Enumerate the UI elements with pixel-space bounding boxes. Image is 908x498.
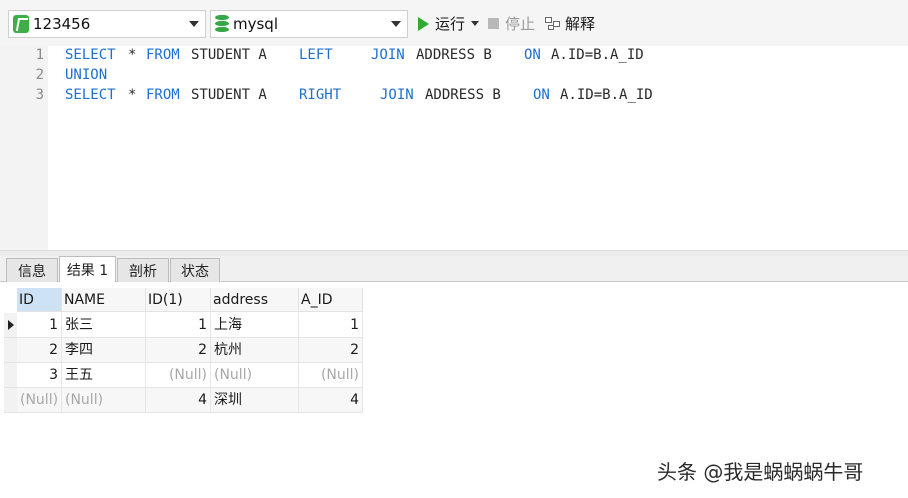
table-cell[interactable]: 2 (17, 338, 62, 363)
table-cell-null[interactable]: (Null) (17, 388, 62, 413)
explain-label: 解释 (565, 15, 596, 33)
connection-select[interactable]: 123456 (8, 10, 206, 38)
table-cell[interactable]: 上海 (211, 313, 299, 338)
column-header-a-id[interactable]: A_ID (299, 288, 363, 312)
table-cell-null[interactable]: (Null) (62, 388, 146, 413)
table-cell[interactable]: 深圳 (211, 388, 299, 413)
table-cell-null[interactable]: (Null) (211, 363, 299, 388)
sql-editor[interactable]: 1 2 3 SELECT * FROM STUDENT A LEFT JOIN … (0, 46, 908, 250)
sql-keyword: FROM (146, 47, 180, 63)
table-cell[interactable]: 4 (299, 388, 363, 413)
sql-keyword: SELECT (65, 47, 116, 63)
line-number: 3 (35, 87, 44, 103)
play-icon (418, 16, 429, 31)
stop-label: 停止 (505, 15, 536, 33)
sql-keyword: UNION (65, 67, 108, 83)
column-header-id[interactable]: ID (17, 288, 62, 312)
sql-keyword: FROM (146, 87, 180, 103)
tab-status[interactable]: 状态 (170, 258, 220, 282)
tab-result-1[interactable]: 结果 1 (59, 256, 116, 283)
sql-identifier: ADDRESS B (425, 87, 501, 103)
table-cell-null[interactable]: (Null) (299, 363, 363, 388)
sql-identifier: STUDENT A (191, 47, 267, 63)
column-header-name[interactable]: NAME (62, 288, 146, 312)
database-value: mysql (233, 15, 278, 33)
tab-info[interactable]: 信息 (6, 258, 58, 282)
sql-token: * (128, 87, 137, 103)
sql-keyword: JOIN (380, 87, 414, 103)
run-label: 运行 (435, 15, 466, 33)
column-header-address[interactable]: address (211, 288, 299, 312)
chevron-down-icon (391, 21, 401, 27)
tab-profile[interactable]: 剖析 (117, 258, 169, 282)
sql-keyword: RIGHT (299, 87, 342, 103)
explain-icon (545, 16, 561, 31)
database-icon (215, 15, 229, 33)
table-cell[interactable]: 1 (299, 313, 363, 338)
sql-identifier: A.ID=B.A_ID (551, 47, 644, 63)
connection-icon (13, 15, 29, 33)
line-number: 1 (35, 47, 44, 63)
table-cell[interactable]: 1 (146, 313, 211, 338)
line-number: 2 (35, 67, 44, 83)
query-toolbar: 123456 mysql 运行 停止 解释 (0, 0, 908, 46)
database-select[interactable]: mysql (210, 10, 408, 38)
sql-keyword: ON (524, 47, 541, 63)
result-tabs: 信息 结果 1 剖析 状态 (0, 256, 908, 283)
watermark: 头条 @我是蜗蜗蜗牛哥 (657, 460, 864, 484)
table-cell[interactable]: 1 (17, 313, 62, 338)
stop-button[interactable]: 停止 (488, 13, 535, 34)
sql-token: * (128, 47, 137, 63)
table-cell[interactable]: 2 (146, 338, 211, 363)
table-cell[interactable]: 3 (17, 363, 62, 388)
sql-keyword: LEFT (299, 47, 333, 63)
run-button[interactable]: 运行 (418, 13, 480, 34)
chevron-down-icon[interactable] (471, 21, 480, 26)
row-selector[interactable] (4, 388, 17, 413)
sql-identifier: A.ID=B.A_ID (560, 87, 653, 103)
table-cell[interactable]: 2 (299, 338, 363, 363)
stop-icon (488, 18, 499, 29)
table-cell[interactable]: 4 (146, 388, 211, 413)
sql-keyword: JOIN (371, 47, 405, 63)
sql-identifier: ADDRESS B (416, 47, 492, 63)
row-selector[interactable] (4, 363, 17, 388)
chevron-down-icon (189, 21, 199, 27)
sql-keyword: ON (533, 87, 550, 103)
table-cell-null[interactable]: (Null) (146, 363, 211, 388)
table-cell[interactable]: 杭州 (211, 338, 299, 363)
sql-keyword: SELECT (65, 87, 116, 103)
connection-value: 123456 (33, 15, 91, 33)
table-cell[interactable]: 张三 (62, 313, 146, 338)
row-selector[interactable] (4, 338, 17, 363)
table-cell[interactable]: 李四 (62, 338, 146, 363)
sql-identifier: STUDENT A (191, 87, 267, 103)
current-row-icon (8, 320, 14, 330)
column-header-id1[interactable]: ID(1) (146, 288, 211, 312)
explain-button[interactable]: 解释 (545, 13, 595, 34)
table-cell[interactable]: 王五 (62, 363, 146, 388)
line-number-gutter: 1 2 3 (0, 46, 48, 250)
